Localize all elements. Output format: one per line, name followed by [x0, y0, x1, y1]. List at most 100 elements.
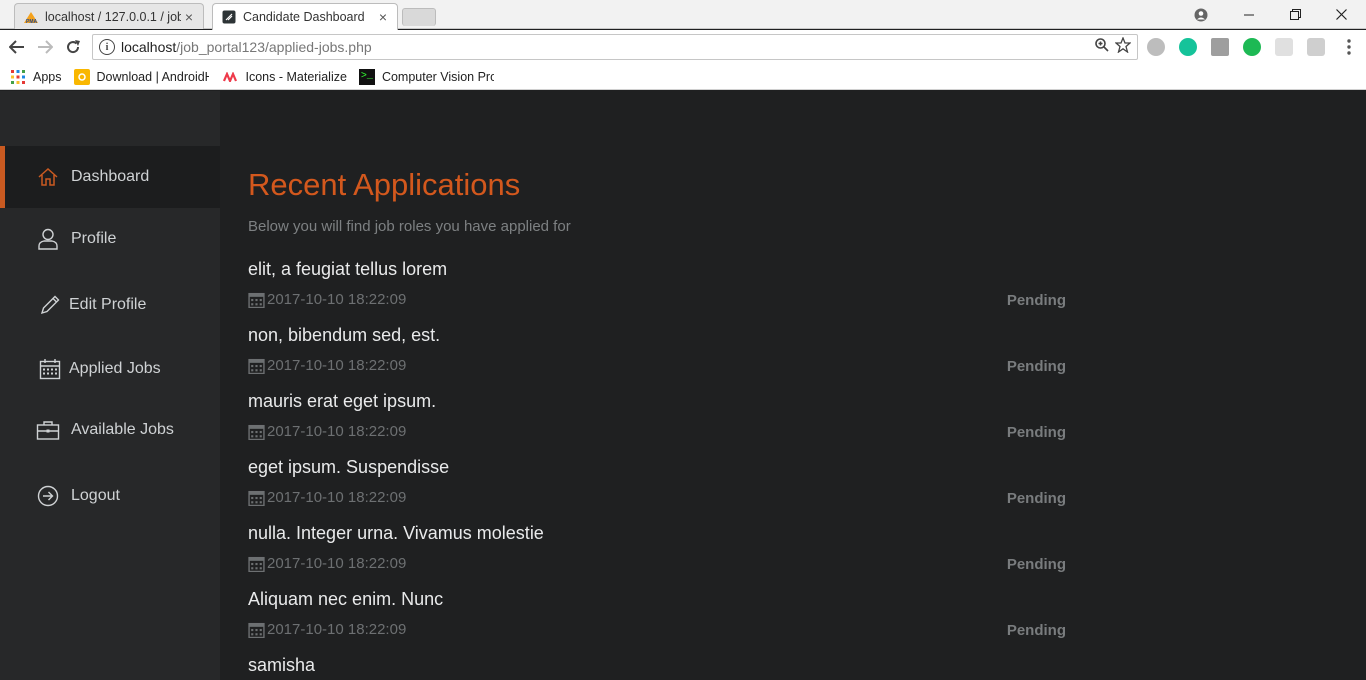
info-icon[interactable]: i — [99, 39, 115, 55]
browser-tab-candidate-dashboard[interactable]: Candidate Dashboard × — [212, 3, 398, 30]
job-title[interactable]: eget ipsum. Suspendisse — [248, 457, 449, 478]
materialize-icon — [222, 69, 239, 85]
url-host: localhost — [121, 39, 177, 55]
application-meta: 2017-10-10 18:22:09 — [248, 555, 406, 572]
bookmarks-bar: Apps Download | AndroidH Icons - Materia… — [0, 64, 1366, 90]
calendar-icon — [248, 622, 265, 638]
application-item[interactable]: elit, a feugiat tellus lorem 2017-10-10 … — [248, 259, 1078, 325]
application-item[interactable]: nulla. Integer urna. Vivamus molestie 20… — [248, 523, 1078, 589]
bookmark-label: Apps — [33, 69, 62, 84]
close-window-icon[interactable] — [1318, 0, 1364, 29]
briefcase-icon — [35, 417, 61, 443]
extension-icon[interactable] — [1211, 38, 1229, 56]
bookmark-download-android[interactable]: Download | AndroidH — [73, 68, 209, 85]
android-icon — [73, 68, 90, 85]
sidebar-item-edit-profile[interactable]: Edit Profile — [0, 274, 220, 336]
sidebar-item-profile[interactable]: Profile — [0, 208, 220, 270]
job-title[interactable]: non, bibendum sed, est. — [248, 325, 440, 346]
browser-tab-phpmyadmin[interactable]: PMA localhost / 127.0.0.1 / job × — [14, 3, 204, 29]
calendar-icon — [248, 292, 265, 308]
green-extension-icon[interactable] — [1243, 38, 1261, 56]
page-icon — [221, 9, 237, 25]
bookmark-label: Computer Vision Proj — [381, 69, 494, 84]
forward-arrow-icon[interactable] — [34, 36, 56, 58]
calendar-icon — [248, 490, 265, 506]
sidebar: Dashboard Profile Edit Profile Applied J… — [0, 91, 220, 680]
home-icon — [35, 164, 61, 190]
sidebar-item-logout[interactable]: Logout — [0, 465, 220, 527]
calendar-icon — [248, 556, 265, 572]
extension-icon[interactable] — [1275, 38, 1293, 56]
calendar-icon — [248, 358, 265, 374]
status-badge: Pending — [1006, 556, 1066, 573]
status-badge: Pending — [1006, 424, 1066, 441]
page-subtitle: Below you will find job roles you have a… — [248, 218, 571, 235]
browser-toolbar: i localhost/job_portal123/applied-jobs.p… — [0, 30, 1366, 64]
application-meta: 2017-10-10 18:22:09 — [248, 489, 406, 506]
reload-icon[interactable] — [62, 36, 84, 58]
bookmark-computer-vision[interactable]: >_ Computer Vision Proj — [358, 68, 494, 85]
status-badge: Pending — [1006, 622, 1066, 639]
sidebar-item-label: Edit Profile — [69, 296, 147, 313]
application-item[interactable]: non, bibendum sed, est. 2017-10-10 18:22… — [248, 325, 1078, 391]
application-meta: 2017-10-10 18:22:09 — [248, 621, 406, 638]
candidate-dashboard-page: Dashboard Profile Edit Profile Applied J… — [0, 91, 1366, 680]
user-icon — [35, 226, 61, 252]
status-badge: Pending — [1006, 358, 1066, 375]
restore-icon[interactable] — [1272, 0, 1318, 29]
phpmyadmin-icon: PMA — [23, 9, 39, 25]
application-item[interactable]: mauris erat eget ipsum. 2017-10-10 18:22… — [248, 391, 1078, 457]
minimize-icon[interactable] — [1226, 0, 1272, 29]
sidebar-item-available-jobs[interactable]: Available Jobs — [0, 399, 220, 461]
applied-date: 2017-10-10 18:22:09 — [267, 357, 407, 374]
logout-icon — [35, 483, 61, 509]
bookmark-apps[interactable]: Apps — [10, 69, 62, 85]
applied-date: 2017-10-10 18:22:09 — [267, 555, 407, 572]
application-meta: 2017-10-10 18:22:09 — [248, 291, 406, 308]
tab-title: localhost / 127.0.0.1 / job — [45, 9, 181, 24]
url-path: /job_portal123/applied-jobs.php — [176, 39, 372, 55]
application-meta: 2017-10-10 18:22:09 — [248, 357, 406, 374]
grammarly-extension-icon[interactable] — [1179, 38, 1197, 56]
zoom-icon[interactable] — [1095, 38, 1109, 56]
bookmark-icons-materialize[interactable]: Icons - Materialize — [222, 69, 347, 85]
bookmark-label: Download | AndroidH — [96, 69, 209, 84]
tab-close-icon[interactable]: × — [375, 9, 391, 25]
applied-date: 2017-10-10 18:22:09 — [267, 489, 407, 506]
apps-grid-icon — [10, 69, 26, 85]
menu-kebab-icon[interactable] — [1338, 36, 1360, 58]
sidebar-item-label: Profile — [71, 230, 117, 247]
application-item[interactable]: Aliquam nec enim. Nunc 2017-10-10 18:22:… — [248, 589, 1078, 655]
applied-date: 2017-10-10 18:22:09 — [267, 621, 407, 638]
applied-date: 2017-10-10 18:22:09 — [267, 291, 407, 308]
status-badge: Pending — [1006, 292, 1066, 309]
job-title[interactable]: Aliquam nec enim. Nunc — [248, 589, 443, 610]
terminal-icon: >_ — [358, 68, 375, 85]
job-title[interactable]: elit, a feugiat tellus lorem — [248, 259, 447, 280]
application-item[interactable]: samisha — [248, 655, 1078, 680]
sidebar-item-dashboard[interactable]: Dashboard — [0, 146, 220, 208]
job-title[interactable]: samisha — [248, 655, 315, 676]
extension-icon[interactable] — [1307, 38, 1325, 56]
skype-extension-icon[interactable] — [1147, 38, 1165, 56]
calendar-icon — [248, 424, 265, 440]
bookmark-label: Icons - Materialize — [245, 69, 347, 84]
new-tab-button[interactable] — [402, 8, 436, 26]
sidebar-item-label: Applied Jobs — [69, 360, 161, 377]
address-bar[interactable]: i localhost/job_portal123/applied-jobs.p… — [92, 34, 1138, 60]
profile-icon[interactable] — [1178, 0, 1224, 29]
sidebar-item-label: Dashboard — [71, 168, 150, 185]
application-item[interactable]: eget ipsum. Suspendisse 2017-10-10 18:22… — [248, 457, 1078, 523]
tab-title: Candidate Dashboard — [243, 10, 365, 24]
page-title: Recent Applications — [248, 167, 521, 202]
sidebar-item-label: Logout — [71, 487, 120, 504]
application-meta: 2017-10-10 18:22:09 — [248, 423, 406, 440]
job-title[interactable]: mauris erat eget ipsum. — [248, 391, 436, 412]
pencil-icon — [37, 292, 63, 318]
tab-close-icon[interactable]: × — [181, 9, 197, 25]
bookmark-star-icon[interactable] — [1114, 36, 1132, 58]
sidebar-item-applied-jobs[interactable]: Applied Jobs — [0, 338, 220, 400]
back-arrow-icon[interactable] — [6, 36, 28, 58]
job-title[interactable]: nulla. Integer urna. Vivamus molestie — [248, 523, 544, 544]
applied-date: 2017-10-10 18:22:09 — [267, 423, 407, 440]
